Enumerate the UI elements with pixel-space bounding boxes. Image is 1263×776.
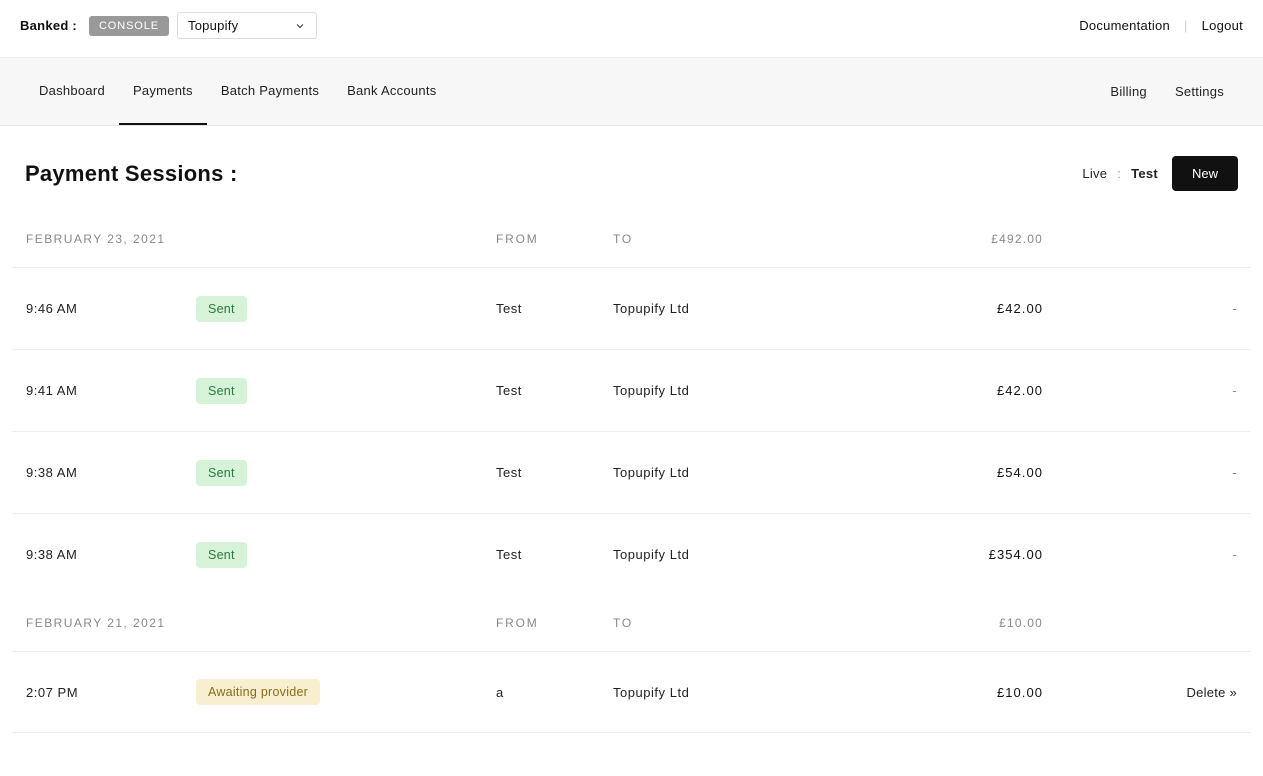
session-time: 9:38 AM bbox=[26, 465, 196, 480]
session-to: Topupify Ltd bbox=[613, 301, 913, 316]
group-total: £10.00 bbox=[913, 616, 1043, 630]
status-badge: Sent bbox=[196, 378, 247, 404]
session-time: 9:41 AM bbox=[26, 383, 196, 398]
group-total: £492.00 bbox=[913, 232, 1043, 246]
nav-billing[interactable]: Billing bbox=[1096, 59, 1161, 124]
session-amount: £42.00 bbox=[913, 383, 1043, 398]
date-group: FEBRUARY 23, 2021FROMTO£492.009:46 AMSen… bbox=[12, 211, 1251, 595]
session-to: Topupify Ltd bbox=[613, 547, 913, 562]
date-group: FEBRUARY 21, 2021FROMTO£10.002:07 PMAwai… bbox=[12, 595, 1251, 733]
session-action: - bbox=[1143, 547, 1237, 562]
session-row[interactable]: 9:38 AMSent TestTopupify Ltd£54.00 - bbox=[12, 431, 1251, 513]
session-amount: £354.00 bbox=[913, 547, 1043, 562]
logout-link[interactable]: Logout bbox=[1202, 18, 1243, 33]
mode-live[interactable]: Live bbox=[1082, 166, 1107, 181]
group-date: FEBRUARY 21, 2021 bbox=[26, 616, 196, 630]
documentation-link[interactable]: Documentation bbox=[1079, 18, 1170, 33]
session-time: 9:46 AM bbox=[26, 301, 196, 316]
status-badge: Sent bbox=[196, 542, 247, 568]
session-time: 9:38 AM bbox=[26, 547, 196, 562]
session-to: Topupify Ltd bbox=[613, 383, 913, 398]
session-from: Test bbox=[496, 301, 613, 316]
column-from: FROM bbox=[496, 232, 613, 246]
mode-test[interactable]: Test bbox=[1131, 166, 1158, 181]
session-action: - bbox=[1143, 301, 1237, 316]
session-row[interactable]: 9:38 AMSent TestTopupify Ltd£354.00 - bbox=[12, 513, 1251, 595]
session-row[interactable]: 2:07 PMAwaiting provider aTopupify Ltd£10… bbox=[12, 651, 1251, 733]
session-action: - bbox=[1143, 383, 1237, 398]
group-header: FEBRUARY 21, 2021 FROMTO£10.00 bbox=[12, 595, 1251, 651]
group-header: FEBRUARY 23, 2021 FROMTO£492.00 bbox=[12, 211, 1251, 267]
column-from: FROM bbox=[496, 616, 613, 630]
session-from: Test bbox=[496, 465, 613, 480]
top-right: Documentation | Logout bbox=[1079, 18, 1243, 33]
main-nav: Dashboard Payments Batch Payments Bank A… bbox=[0, 58, 1263, 126]
org-selector[interactable]: Topupify bbox=[177, 12, 317, 39]
session-to: Topupify Ltd bbox=[613, 685, 913, 700]
mode-separator: : bbox=[1117, 166, 1121, 181]
page-header: Payment Sessions : Live : Test New bbox=[0, 126, 1263, 211]
nav-payments[interactable]: Payments bbox=[119, 58, 207, 125]
column-to: TO bbox=[613, 232, 913, 246]
session-from: a bbox=[496, 685, 613, 700]
group-date: FEBRUARY 23, 2021 bbox=[26, 232, 196, 246]
chevron-down-icon bbox=[294, 20, 306, 32]
console-badge: CONSOLE bbox=[89, 16, 169, 36]
session-row[interactable]: 9:41 AMSent TestTopupify Ltd£42.00 - bbox=[12, 349, 1251, 431]
session-from: Test bbox=[496, 383, 613, 398]
session-amount: £10.00 bbox=[913, 685, 1043, 700]
session-row[interactable]: 9:46 AMSent TestTopupify Ltd£42.00 - bbox=[12, 267, 1251, 349]
nav-batch-payments[interactable]: Batch Payments bbox=[207, 58, 333, 125]
nav-bank-accounts[interactable]: Bank Accounts bbox=[333, 58, 450, 125]
session-action[interactable]: Delete » bbox=[1143, 685, 1237, 700]
session-from: Test bbox=[496, 547, 613, 562]
session-time: 2:07 PM bbox=[26, 685, 196, 700]
new-button[interactable]: New bbox=[1172, 156, 1238, 191]
brand: Banked : bbox=[20, 18, 77, 33]
page-title: Payment Sessions : bbox=[25, 161, 238, 187]
mode-toggle: Live : Test bbox=[1082, 166, 1158, 181]
session-to: Topupify Ltd bbox=[613, 465, 913, 480]
status-badge: Awaiting provider bbox=[196, 679, 320, 705]
nav-settings[interactable]: Settings bbox=[1161, 59, 1238, 124]
session-amount: £54.00 bbox=[913, 465, 1043, 480]
sessions-list: FEBRUARY 23, 2021FROMTO£492.009:46 AMSen… bbox=[0, 211, 1263, 763]
status-badge: Sent bbox=[196, 296, 247, 322]
separator: | bbox=[1184, 18, 1188, 33]
session-action: - bbox=[1143, 465, 1237, 480]
column-to: TO bbox=[613, 616, 913, 630]
org-selected-label: Topupify bbox=[188, 18, 239, 33]
top-bar: Banked : CONSOLE Topupify Documentation … bbox=[0, 0, 1263, 58]
nav-dashboard[interactable]: Dashboard bbox=[25, 58, 119, 125]
session-amount: £42.00 bbox=[913, 301, 1043, 316]
status-badge: Sent bbox=[196, 460, 247, 486]
